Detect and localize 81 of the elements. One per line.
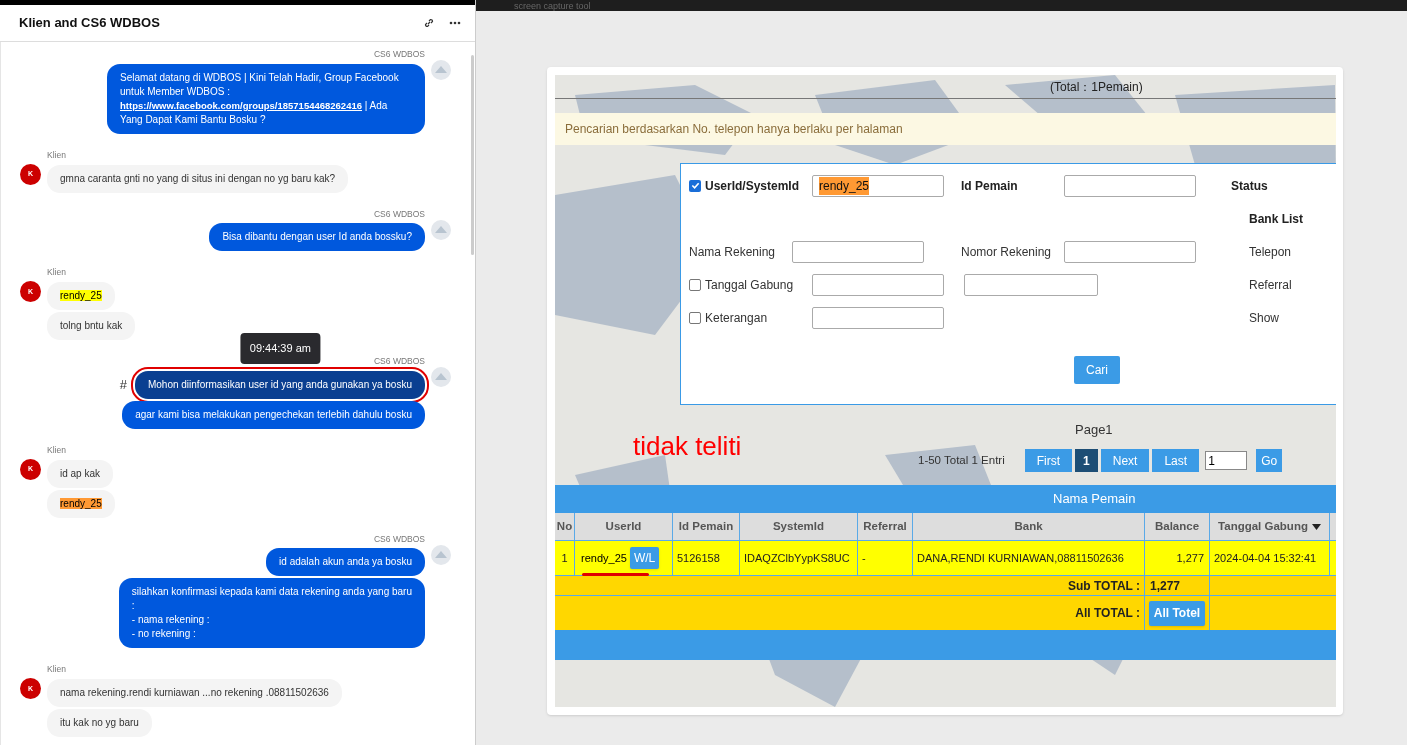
table-title: Nama Pemain xyxy=(1053,490,1136,509)
message-bubble: Selamat datang di WDBOS | Kini Telah Hadir, Group Facebook untuk Member WDBOS : https://www.facebook.com/groups/1857154468262416 | Ada Yang Dapat Kami Bantu Bosku ? xyxy=(107,63,425,134)
table-cell-text: 5126158 xyxy=(677,550,720,566)
subtotal-label: Sub TOTAL : xyxy=(1068,577,1140,595)
group-link[interactable]: https://www.facebook.com/groups/1857154468262416 xyxy=(120,99,362,111)
alltotal-label: All TOTAL : xyxy=(1075,605,1140,622)
message-bubble: rendy_25 xyxy=(47,489,115,518)
field-label: Nama Rekening xyxy=(689,243,777,261)
input-field[interactable]: rendy_25 xyxy=(812,174,944,197)
page-input[interactable]: 1 xyxy=(1205,451,1248,470)
page-button[interactable]: Next xyxy=(1100,449,1150,472)
message-bubble: tolng bntu kak xyxy=(47,312,136,340)
input-field[interactable] xyxy=(792,240,924,263)
underline-mark xyxy=(582,573,649,576)
field-label: UserId/SystemId xyxy=(705,177,800,195)
input-field[interactable] xyxy=(812,273,944,296)
message-bubble: Bisa dibantu dengan user Id anda bossku? xyxy=(209,223,425,252)
sender-name: Klien xyxy=(47,443,67,457)
page-label: Page1 xyxy=(1075,422,1113,437)
link-icon[interactable] xyxy=(423,17,435,29)
sort-down-icon xyxy=(1311,523,1321,530)
sender-name: Klien xyxy=(47,266,67,279)
field-label: Id Pemain xyxy=(961,177,1019,195)
table-cell-text: - xyxy=(862,550,866,566)
field-label: Keterangan xyxy=(705,309,768,327)
message-bubble: gmna caranta gnti no yang di situs ini dengan no yg baru kak? xyxy=(47,164,349,193)
avatar-icon xyxy=(431,367,451,387)
wl-button[interactable]: W/L xyxy=(629,547,660,569)
field-label: Status xyxy=(1230,177,1269,195)
sender-name: Klien xyxy=(47,148,67,162)
sender-name: CS6 WDBOS xyxy=(374,532,425,546)
table-cell-text: IDAQZClbYypKS8UC xyxy=(744,550,850,566)
page-button[interactable]: 1 xyxy=(1075,449,1098,472)
field-label: Telepon xyxy=(1248,243,1293,261)
avatar-icon xyxy=(431,60,451,80)
sender-name: CS6 WDBOS xyxy=(374,355,425,368)
subtotal-value: 1,277 xyxy=(1150,577,1181,595)
page-button[interactable]: First xyxy=(1024,449,1073,472)
field-label: Show xyxy=(1248,309,1281,327)
field-label: Bank List xyxy=(1248,210,1304,228)
go-button[interactable]: Go xyxy=(1256,449,1283,472)
input-field[interactable] xyxy=(964,273,1098,296)
table-cell-text: DANA,RENDI KURNIAWAN,08811502636 xyxy=(917,550,1124,566)
capture-tool-label: screen capture tool xyxy=(514,1,591,11)
input-field[interactable] xyxy=(1064,240,1196,263)
hash-icon[interactable]: # xyxy=(119,375,127,395)
avatar-icon xyxy=(431,544,451,565)
input-field[interactable] xyxy=(812,306,944,329)
message-bubble: itu kak no yg baru xyxy=(47,709,152,737)
entries-summary: 1-50 Total 1 Entri xyxy=(918,452,1005,468)
checkbox[interactable] xyxy=(689,179,701,192)
sender-name: CS6 WDBOS xyxy=(374,48,425,61)
checkbox[interactable] xyxy=(689,311,701,324)
message-bubble: id ap kak xyxy=(47,459,114,488)
input-field[interactable] xyxy=(1064,174,1196,197)
message-bubble: id adalah akun anda ya bosku xyxy=(266,548,425,577)
timestamp-tooltip: 09:44:39 am xyxy=(240,333,320,364)
message-bubble: rendy_25 xyxy=(47,282,115,310)
avatar-icon xyxy=(431,219,451,240)
page-button[interactable]: Last xyxy=(1152,449,1200,472)
field-label: Tanggal Gabung xyxy=(705,276,794,294)
message-bubble: nama rekening.rendi kurniawan ...no rekening .08811502636 xyxy=(47,679,342,707)
annotation-text: tidak teliti xyxy=(633,430,742,463)
message-bubble: agar kami bisa melakukan pengechekan terlebih dahulu bosku xyxy=(122,400,425,429)
total-players: (Total：1Pemain) xyxy=(1050,78,1143,96)
notice-banner: Pencarian berdasarkan No. telepon hanya berlaku per halaman xyxy=(555,113,1336,145)
table-cell-text: 2024-04-04 15:32:41 xyxy=(1214,550,1317,566)
sender-name: CS6 WDBOS xyxy=(374,207,425,221)
field-label: Nomor Rekening xyxy=(961,243,1053,261)
table-cell-text: 1 xyxy=(561,550,568,566)
field-label: Referral xyxy=(1248,276,1293,294)
search-button[interactable]: Cari xyxy=(1074,356,1120,384)
scrollbar[interactable] xyxy=(471,55,474,255)
checkbox[interactable] xyxy=(689,278,701,291)
table-cell-text: 1,277 xyxy=(1176,550,1204,566)
chat-title: Klien and CS6 WDBOS xyxy=(19,14,161,33)
more-icon[interactable] xyxy=(449,21,461,25)
table-cell-text: rendy_25 xyxy=(581,550,627,566)
all-total-button[interactable]: All Totel xyxy=(1148,600,1206,626)
sender-name: Klien xyxy=(47,663,67,676)
message-bubble: silahkan konfirmasi kepada kami data rekening anda yang baru : - nama rekening : - no rekening : xyxy=(118,578,425,649)
